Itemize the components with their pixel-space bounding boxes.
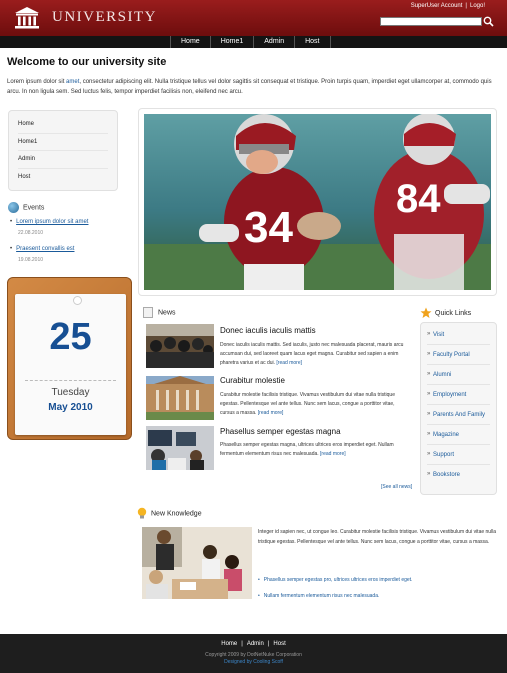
- news-item-body: Curabitur molestie facilisis tristique. …: [220, 391, 410, 418]
- quick-link-bookstore[interactable]: Bookstore: [427, 465, 490, 484]
- sidebar-item-home1[interactable]: Home1: [18, 134, 108, 151]
- footer-link-admin[interactable]: Admin: [247, 641, 264, 647]
- intro-paragraph: Lorem ipsum dolor sit amet, consectetur …: [7, 77, 497, 97]
- read-more-link[interactable]: [read more]: [320, 451, 346, 457]
- knowledge-students-image: [142, 527, 252, 599]
- quick-link-employment[interactable]: Employment: [427, 385, 490, 405]
- search-input[interactable]: [380, 17, 482, 26]
- footer-link-home[interactable]: Home: [221, 641, 237, 647]
- knowledge-heading: New Knowledge: [137, 507, 202, 520]
- event-item: Praesent convallis est 19.08.2010: [10, 246, 74, 263]
- news-item-text: Curabitur molestie facilisis tristique. …: [220, 392, 395, 416]
- lightbulb-icon: [137, 507, 147, 519]
- event-item: Lorem ipsum dolor sit amet 22.08.2010: [10, 219, 88, 236]
- quick-link-visit[interactable]: Visit: [427, 325, 490, 345]
- events-globe-icon: [8, 202, 19, 213]
- nav-item-host[interactable]: Host: [294, 36, 331, 48]
- svg-text:84: 84: [396, 177, 441, 221]
- knowledge-bullet-link[interactable]: Nullam fermentum elementum risus nec mal…: [258, 593, 380, 599]
- event-date: 22.08.2010: [18, 230, 44, 236]
- news-item-text: Donec iaculis iaculis mattis. Sed iaculi…: [220, 342, 404, 366]
- see-all-news-link[interactable]: [See all news]: [381, 484, 412, 490]
- intro-text-end: , consectetur adipiscing elit. Nulla tri…: [7, 79, 492, 95]
- news-item-body: Donec iaculis iaculis mattis. Sed iaculi…: [220, 341, 410, 368]
- nav-item-home1[interactable]: Home1: [209, 36, 254, 48]
- knowledge-bullet-link[interactable]: Phasellus semper egestas pro, ultrices u…: [258, 577, 413, 583]
- event-link[interactable]: Lorem ipsum dolor sit amet: [10, 219, 88, 225]
- intro-link[interactable]: amet: [66, 79, 79, 85]
- nav-item-admin[interactable]: Admin: [253, 36, 294, 48]
- news-thumbnail-lab[interactable]: [146, 426, 214, 470]
- hero-image: 34 84: [144, 114, 491, 290]
- sidebar-item-host[interactable]: Host: [18, 169, 108, 187]
- sidebar-menu: Home Home1 Admin Host: [8, 110, 118, 191]
- news-document-icon: [143, 307, 153, 318]
- calendar-clip-icon: [73, 296, 82, 305]
- star-icon: [420, 307, 432, 318]
- footer-links: Home | Admin | Host: [0, 641, 507, 647]
- intro-text-start: Lorem ipsum dolor sit: [7, 79, 67, 85]
- news-item-title[interactable]: Donec iaculis iaculis mattis: [220, 326, 316, 335]
- hero-frame: 34 84: [138, 108, 497, 296]
- calendar-month: May 2010: [48, 402, 93, 413]
- footer-link-host[interactable]: Host: [273, 641, 285, 647]
- events-title: Events: [23, 204, 45, 212]
- news-item-text: Phasellus semper egestas magna, ultrices…: [220, 442, 394, 457]
- copyright-text: Copyright 2009 by DotNetNuke Corporation: [205, 652, 302, 658]
- read-more-link[interactable]: [read more]: [276, 360, 302, 366]
- quick-link-support[interactable]: Support: [427, 445, 490, 465]
- news-item-title[interactable]: Phasellus semper egestas magna: [220, 427, 341, 436]
- main-nav: Home Home1 Admin Host: [170, 36, 331, 48]
- quick-links-heading: Quick Links: [420, 307, 471, 319]
- quick-links-title: Quick Links: [435, 309, 472, 317]
- news-thumbnail-building[interactable]: [146, 376, 214, 420]
- quick-link-alumni[interactable]: Alumni: [427, 365, 490, 385]
- calendar-page: 25 Tuesday May 2010: [15, 294, 126, 435]
- site-logo-text[interactable]: UNIVERSITY: [52, 9, 157, 26]
- quick-links-list: Visit Faculty Portal Alumni Employment P…: [420, 322, 497, 495]
- sidebar-item-home[interactable]: Home: [18, 116, 108, 134]
- events-heading: Events: [8, 202, 44, 213]
- news-title: News: [158, 309, 176, 317]
- university-building-icon[interactable]: [14, 6, 40, 30]
- footer-separator: |: [267, 641, 270, 647]
- knowledge-title: New Knowledge: [151, 510, 202, 518]
- nav-item-home[interactable]: Home: [170, 36, 210, 48]
- top-links: SuperUser Account | Logo!: [411, 3, 485, 9]
- top-links-separator: |: [465, 3, 467, 9]
- quick-link-faculty-portal[interactable]: Faculty Portal: [427, 345, 490, 365]
- news-thumbnail-graduation[interactable]: [146, 324, 214, 368]
- event-link[interactable]: Praesent convallis est: [10, 246, 74, 252]
- page-title: Welcome to our university site: [7, 56, 167, 68]
- calendar-weekday: Tuesday: [51, 387, 90, 398]
- footer-separator: |: [241, 641, 243, 647]
- svg-text:34: 34: [244, 203, 293, 252]
- knowledge-body: Integer id sapien nec, ut congue leo. Cu…: [258, 529, 497, 545]
- event-date: 19.08.2010: [18, 257, 44, 263]
- calendar-day: 25: [49, 316, 92, 358]
- designer-credit-link[interactable]: Designed by Cooling Scoff: [0, 659, 507, 665]
- calendar-widget: 25 Tuesday May 2010: [7, 277, 132, 440]
- quick-link-parents-and-family[interactable]: Parents And Family: [427, 405, 490, 425]
- calendar-divider: [25, 380, 116, 381]
- news-item-title[interactable]: Curabitur molestie: [220, 376, 285, 385]
- read-more-link[interactable]: [read more]: [258, 410, 284, 416]
- news-item-body: Phasellus semper egestas magna, ultrices…: [220, 441, 410, 459]
- quick-link-magazine[interactable]: Magazine: [427, 425, 490, 445]
- search-icon[interactable]: [483, 16, 494, 27]
- login-link[interactable]: Logo!: [470, 3, 485, 9]
- sidebar-item-admin[interactable]: Admin: [18, 151, 108, 169]
- news-heading: News: [143, 307, 176, 318]
- user-account-link[interactable]: SuperUser Account: [411, 3, 463, 9]
